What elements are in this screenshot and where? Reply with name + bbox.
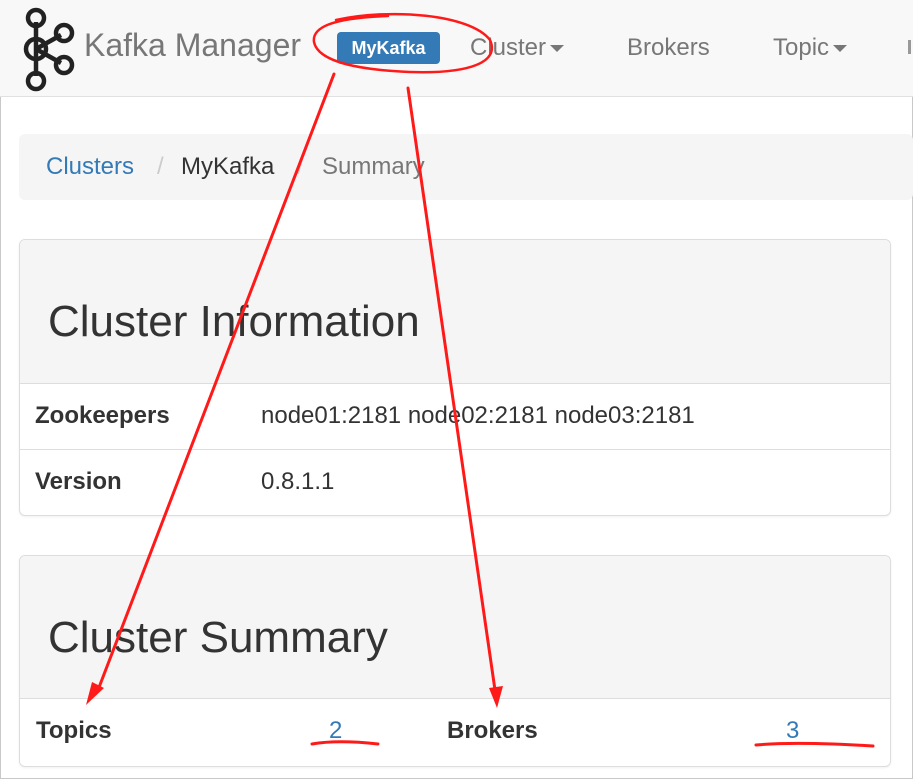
brand-title[interactable]: Kafka Manager: [84, 27, 301, 64]
caret-down-icon: [833, 45, 848, 53]
caret-down-icon: [550, 45, 565, 53]
nav-cluster-label: Cluster: [470, 34, 547, 61]
panel-heading: Cluster Information: [20, 240, 890, 384]
panel-title: Cluster Summary: [48, 613, 388, 662]
panel-heading: Cluster Summary: [20, 556, 890, 699]
cluster-summary-panel: Cluster Summary Topics 2 Brokers 3: [19, 555, 891, 767]
brokers-label: Brokers: [447, 717, 538, 744]
table-row: Zookeepers node01:2181 node02:2181 node0…: [20, 384, 890, 450]
cluster-badge[interactable]: MyKafka: [337, 32, 440, 64]
nav-cluster-dropdown[interactable]: Cluster: [470, 34, 565, 62]
breadcrumb-current-page: Summary: [322, 153, 425, 180]
nav-brokers[interactable]: Brokers: [627, 34, 710, 62]
version-value: 0.8.1.1: [261, 468, 335, 495]
nav-overflow-item: [908, 40, 911, 54]
zookeepers-label: Zookeepers: [35, 402, 170, 429]
table-row: Topics 2 Brokers 3: [20, 699, 890, 766]
nav-topic-dropdown[interactable]: Topic: [773, 34, 848, 62]
cluster-information-panel: Cluster Information Zookeepers node01:21…: [19, 239, 891, 516]
topics-label: Topics: [36, 717, 112, 744]
breadcrumb-cluster-name: MyKafka: [181, 153, 275, 180]
breadcrumb: Clusters / MyKafka / Summary: [19, 134, 913, 200]
panel-title: Cluster Information: [48, 297, 420, 346]
breadcrumb-separator: /: [157, 153, 164, 180]
breadcrumb-separator: /: [297, 153, 304, 180]
brokers-count-link[interactable]: 3: [786, 717, 799, 745]
kafka-logo-icon[interactable]: [18, 4, 78, 94]
version-label: Version: [35, 468, 122, 495]
navbar: Kafka Manager MyKafka Cluster Brokers To…: [0, 0, 913, 97]
zookeepers-value: node01:2181 node02:2181 node03:2181: [261, 402, 695, 429]
nav-topic-label: Topic: [773, 34, 830, 61]
breadcrumb-clusters-link[interactable]: Clusters: [46, 153, 134, 181]
topics-count-link[interactable]: 2: [329, 717, 342, 745]
nav-brokers-label: Brokers: [627, 34, 710, 61]
table-row: Version 0.8.1.1: [20, 450, 890, 515]
